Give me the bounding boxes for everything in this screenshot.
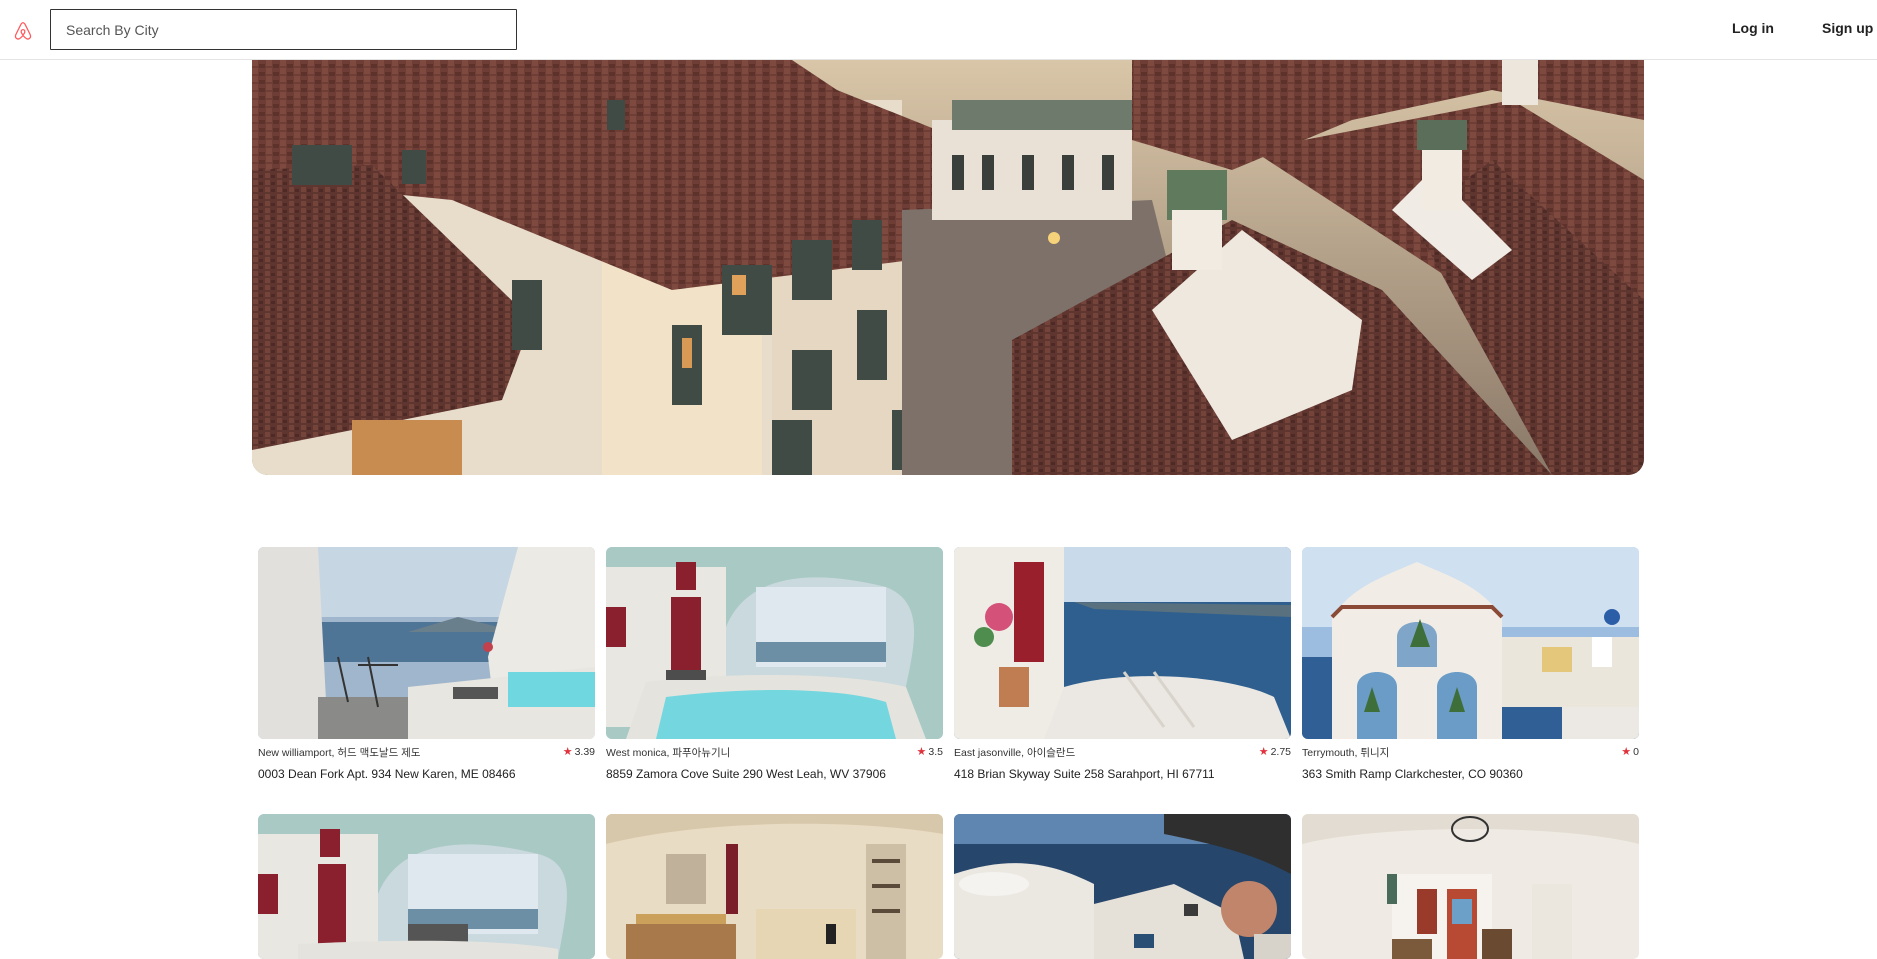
star-icon: ★ [1258,746,1269,758]
listing-image[interactable] [258,814,595,959]
listing-city: Terrymouth, 튀니지 [1302,747,1390,759]
listing-city: New williamport, 허드 맥도날드 제도 [258,747,421,759]
rating-value: 2.75 [1270,746,1291,758]
listing-image[interactable] [606,814,943,959]
listing-city: East jasonville, 아이슬란드 [954,747,1076,759]
listing-address[interactable]: 8859 Zamora Cove Suite 290 West Leah, WV… [606,767,943,781]
listing-address[interactable]: 418 Brian Skyway Suite 258 Sarahport, HI… [954,767,1291,781]
listing-city: West monica, 파푸아뉴기니 [606,747,731,759]
listing-rating: ★ 3.39 [563,745,595,758]
signup-button[interactable]: Sign up [1822,20,1873,36]
listing-image[interactable] [954,814,1291,959]
login-button[interactable]: Log in [1732,20,1774,36]
listing-image[interactable] [1302,814,1639,959]
listing-image[interactable] [606,547,943,739]
rating-value: 3.39 [574,746,595,758]
listing-card[interactable] [1302,814,1639,959]
search-city-input[interactable] [50,9,517,50]
listing-rating: ★ 3.5 [917,745,943,758]
listing-address[interactable]: 0003 Dean Fork Apt. 934 New Karen, ME 08… [258,767,595,781]
star-icon: ★ [1621,746,1632,758]
airbnb-logo-icon[interactable] [12,20,34,42]
listing-card[interactable] [258,814,595,959]
rating-value: 0 [1633,746,1639,758]
star-icon: ★ [916,746,927,758]
listing-card[interactable]: West monica, 파푸아뉴기니 ★ 3.5 8859 Zamora Cov… [606,547,943,781]
listing-image[interactable] [258,547,595,739]
rating-value: 3.5 [928,746,943,758]
listing-address[interactable]: 363 Smith Ramp Clarkchester, CO 90360 [1302,767,1639,781]
listing-rating: ★ 0 [1621,745,1639,758]
hero-banner-image [252,60,1644,475]
listing-image[interactable] [954,547,1291,739]
listing-card[interactable]: Terrymouth, 튀니지 ★ 0 363 Smith Ramp Clarkc… [1302,547,1639,781]
listing-card[interactable]: East jasonville, 아이슬란드 ★ 2.75 418 Brian S… [954,547,1291,781]
listing-card[interactable] [954,814,1291,959]
listing-image[interactable] [1302,547,1639,739]
star-icon: ★ [562,746,573,758]
listing-card[interactable]: New williamport, 허드 맥도날드 제도 ★ 3.39 0003 D… [258,547,595,781]
listing-card[interactable] [606,814,943,959]
listing-rating: ★ 2.75 [1259,745,1291,758]
top-navbar: Log in Sign up [0,0,1877,60]
